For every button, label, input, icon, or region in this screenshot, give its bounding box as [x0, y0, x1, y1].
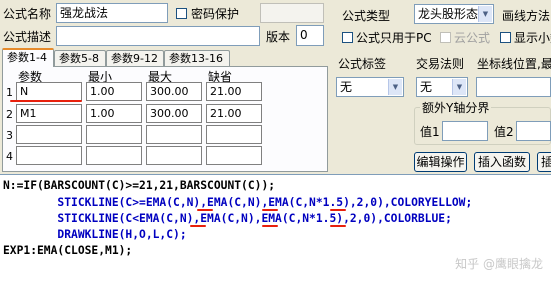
password-label: 密码保护 — [191, 7, 240, 21]
param-name-cell[interactable]: N — [16, 82, 82, 101]
annotation-underline — [10, 100, 82, 102]
trade-rule-value: 无 — [420, 80, 433, 94]
formula-type-value: 龙头股形态 — [418, 7, 479, 21]
param-max-cell[interactable] — [146, 125, 202, 144]
tab-params-13-16[interactable]: 参数13-16 — [164, 50, 230, 66]
cloud-checkbox[interactable] — [440, 32, 451, 43]
param-max-cell[interactable]: 300.00 — [146, 82, 202, 101]
tab-params-5-8[interactable]: 参数5-8 — [54, 50, 106, 66]
cloud-label: 云公式 — [454, 31, 491, 45]
chevron-down-icon[interactable]: ▼ — [452, 79, 466, 95]
trade-rule-select[interactable]: 无 ▼ — [416, 77, 468, 97]
coord-line-input[interactable] — [476, 77, 551, 97]
formula-type-label: 公式类型 — [342, 9, 391, 23]
row-number: 3 — [6, 129, 13, 142]
code-line: STICKLINE(C<EMA(C,N),EMA(C,N),EMA(C,N*1.… — [3, 212, 452, 225]
formula-name-label: 公式名称 — [3, 7, 52, 21]
tab-params-1-4[interactable]: 参数1-4 — [2, 48, 54, 67]
pc-only-label: 公式只用于PC — [356, 31, 432, 45]
edit-operation-button[interactable]: 编辑操作 — [414, 152, 467, 172]
param-default-cell[interactable] — [206, 146, 262, 165]
param-min-cell[interactable] — [86, 146, 142, 165]
formula-tag-label: 公式标签 — [338, 57, 387, 71]
insert-function-button[interactable]: 插入函数 — [474, 152, 530, 172]
param-min-cell[interactable] — [86, 125, 142, 144]
param-name-cell[interactable] — [16, 125, 82, 144]
row-number: 1 — [6, 86, 13, 99]
code-line: EXP1:EMA(CLOSE,M1); — [3, 244, 133, 257]
code-line: DRAWKLINE(H,O,L,C); — [3, 228, 187, 241]
param-min-cell[interactable]: 1.00 — [86, 82, 142, 101]
value2-input[interactable] — [516, 121, 551, 141]
param-min-cell[interactable]: 1.00 — [86, 104, 142, 123]
annotation-underline — [190, 225, 206, 227]
draw-method-label: 画线方法 — [502, 9, 551, 23]
coord-line-label: 坐标线位置,最 — [477, 57, 551, 71]
chevron-down-icon[interactable]: ▼ — [388, 79, 402, 95]
formula-name-input[interactable]: 强龙战法 — [56, 3, 168, 23]
version-label: 版本 — [266, 30, 291, 44]
insert-resource-button[interactable]: 插 — [537, 152, 551, 172]
annotation-underline — [197, 209, 213, 211]
row-number: 4 — [6, 150, 13, 163]
code-line: N:=IF(BARSCOUNT(C)>=21,21,BARSCOUNT(C)); — [3, 179, 276, 192]
param-default-cell[interactable]: 21.00 — [206, 104, 262, 123]
version-input[interactable]: 0 — [296, 25, 324, 46]
trade-rule-label: 交易法则 — [416, 57, 465, 71]
param-name-cell[interactable] — [16, 146, 82, 165]
chevron-down-icon[interactable]: ▼ — [478, 6, 492, 22]
password-checkbox[interactable] — [176, 8, 187, 19]
password-input[interactable] — [260, 3, 324, 23]
formula-tag-select[interactable]: 无 ▼ — [336, 77, 404, 97]
value1-label: 值1 — [420, 125, 440, 139]
param-name-cell[interactable]: M1 — [16, 104, 82, 123]
param-max-cell[interactable]: 300.00 — [146, 104, 202, 123]
param-max-cell[interactable] — [146, 146, 202, 165]
row-number: 2 — [6, 108, 13, 121]
annotation-underline — [262, 209, 278, 211]
formula-type-select[interactable]: 龙头股形态 ▼ — [414, 4, 494, 24]
annotation-underline — [330, 209, 346, 211]
value1-input[interactable] — [442, 121, 488, 141]
formula-tag-value: 无 — [340, 80, 353, 94]
value2-label: 值2 — [494, 125, 514, 139]
param-default-cell[interactable]: 21.00 — [206, 82, 262, 101]
code-line: STICKLINE(C>=EMA(C,N),EMA(C,N),EMA(C,N*1… — [3, 196, 473, 209]
pc-only-checkbox[interactable] — [342, 32, 353, 43]
watermark: 知乎 @鹰眼擒龙 — [455, 257, 543, 271]
tab-params-9-12[interactable]: 参数9-12 — [106, 50, 164, 66]
show-decimal-checkbox[interactable] — [500, 32, 511, 43]
formula-desc-label: 公式描述 — [3, 30, 52, 44]
formula-desc-input[interactable] — [56, 26, 260, 46]
annotation-underline — [330, 225, 346, 227]
show-decimal-label: 显示小数 — [514, 31, 551, 45]
extra-y-axis-label: 额外Y轴分界 — [420, 101, 492, 115]
annotation-underline — [262, 225, 278, 227]
param-default-cell[interactable] — [206, 125, 262, 144]
